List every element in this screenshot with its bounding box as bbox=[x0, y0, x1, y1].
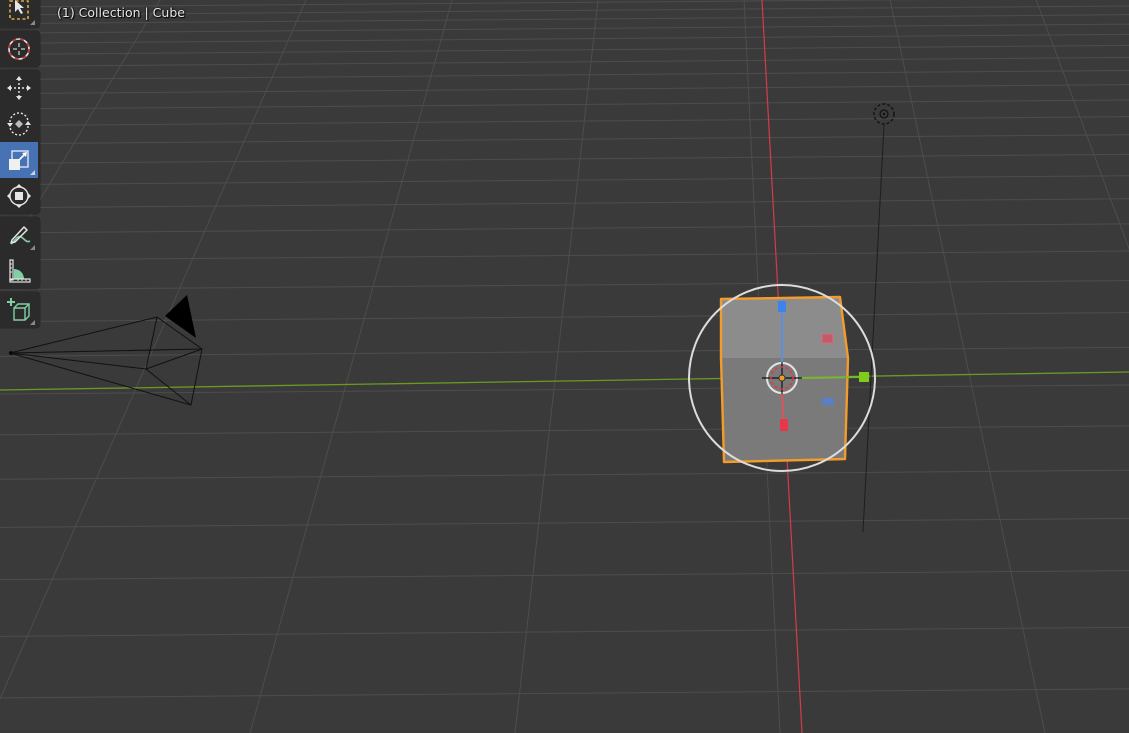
scene-canvas[interactable] bbox=[0, 0, 1129, 733]
gizmo-plane-yz-handle bbox=[822, 398, 834, 405]
grid-line bbox=[0, 116, 1129, 127]
gizmo-y-handle bbox=[859, 372, 869, 382]
gizmo-x-handle bbox=[780, 419, 788, 431]
grid-line bbox=[0, 425, 1129, 436]
grid-line bbox=[0, 198, 1129, 209]
grid-line bbox=[0, 280, 1129, 291]
annotate-icon bbox=[10, 226, 31, 245]
grid-line bbox=[0, 99, 1129, 110]
tool-bar bbox=[0, 0, 40, 331]
tool-cursor[interactable] bbox=[0, 31, 38, 67]
cursor-icon bbox=[8, 38, 30, 60]
object-origin bbox=[778, 374, 786, 382]
grid-line bbox=[0, 84, 1129, 95]
3d-viewport[interactable]: (1) Collection | Cube bbox=[0, 0, 1129, 733]
gizmo-z-handle bbox=[778, 301, 786, 312]
grid-line bbox=[249, 0, 453, 733]
grid-line bbox=[0, 469, 1129, 480]
grid-line bbox=[0, 626, 1129, 637]
grid-line bbox=[0, 33, 1129, 44]
light-object[interactable] bbox=[862, 103, 895, 533]
grid-line bbox=[0, 23, 1129, 34]
transform-icon bbox=[7, 184, 31, 208]
viewport-overlay-text: (1) Collection | Cube bbox=[57, 5, 185, 20]
grid-line bbox=[0, 56, 1129, 67]
grid-line bbox=[0, 69, 1129, 80]
gizmo-plane-xz-handle bbox=[821, 333, 834, 344]
grid-line bbox=[0, 517, 1129, 528]
grid-line bbox=[0, 384, 1129, 395]
move-icon bbox=[7, 76, 31, 100]
grid-line bbox=[0, 44, 1129, 55]
scale-icon bbox=[9, 150, 29, 170]
tool-transform[interactable] bbox=[0, 178, 38, 214]
tool-rotate[interactable] bbox=[0, 106, 38, 142]
tool-options-corner bbox=[30, 170, 35, 175]
grid-line bbox=[889, 0, 1046, 733]
tool-options-corner bbox=[30, 320, 35, 325]
tool-add-cube[interactable] bbox=[0, 292, 38, 328]
tool-measure[interactable] bbox=[0, 253, 38, 289]
tool-annotate[interactable] bbox=[0, 217, 38, 253]
tool-scale[interactable] bbox=[0, 142, 38, 178]
grid-line bbox=[1035, 0, 1129, 250]
grid-line bbox=[0, 223, 1129, 234]
grid-line bbox=[0, 570, 1129, 581]
grid-line bbox=[0, 153, 1129, 164]
camera-up-triangle bbox=[165, 295, 196, 338]
select-box-icon bbox=[9, 0, 29, 20]
tool-select-box[interactable] bbox=[0, 0, 38, 28]
grid-line bbox=[0, 250, 1129, 261]
grid-line bbox=[0, 688, 1129, 699]
grid-line bbox=[0, 346, 1129, 357]
tool-options-corner bbox=[30, 20, 35, 25]
add-cube-icon bbox=[7, 298, 30, 321]
rotate-icon bbox=[7, 112, 31, 136]
floor-grid bbox=[0, 0, 1129, 733]
grid-line bbox=[514, 0, 599, 733]
tool-options-corner bbox=[30, 245, 35, 250]
tool-move[interactable] bbox=[0, 70, 38, 106]
grid-line bbox=[0, 175, 1129, 186]
measure-icon bbox=[9, 259, 31, 283]
grid-line bbox=[0, 134, 1129, 145]
